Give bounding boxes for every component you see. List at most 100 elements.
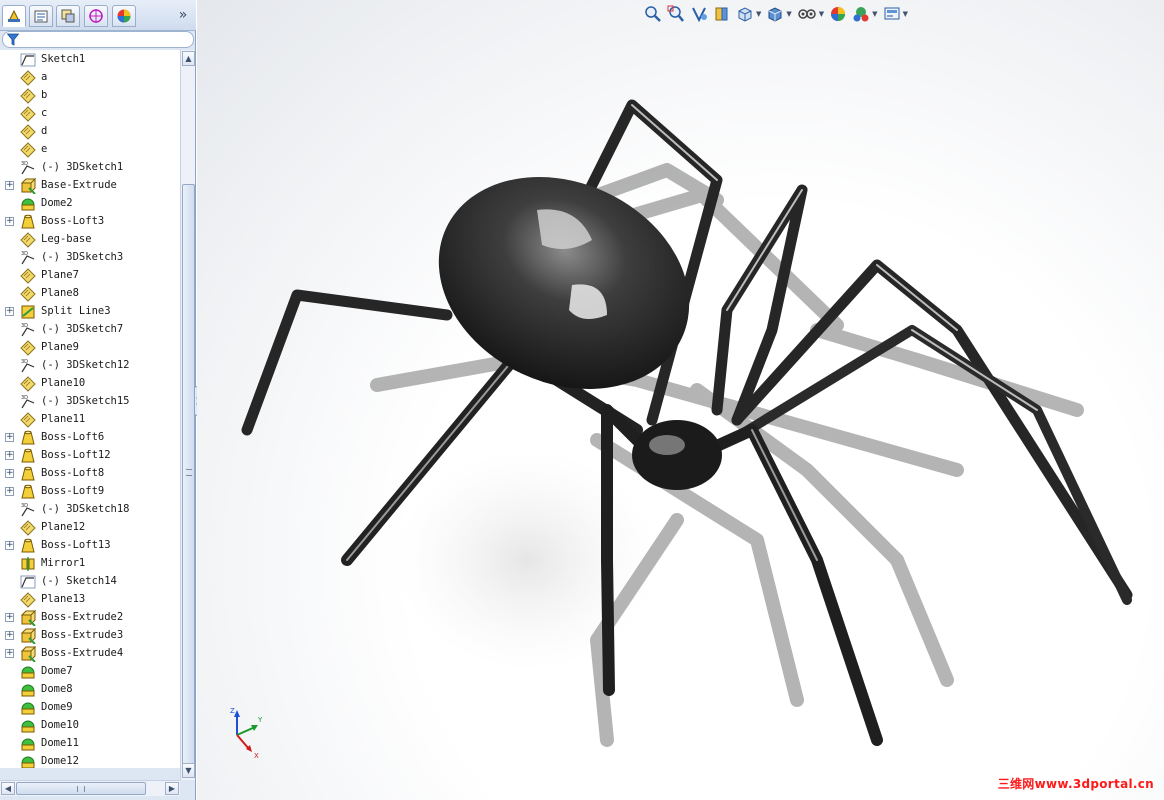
expand-toggle-icon[interactable]: + (5, 307, 14, 316)
expand-toggle-icon[interactable]: + (5, 649, 14, 658)
feature-tree-item[interactable]: + Base-Extrude (0, 177, 180, 195)
feature-tree-item[interactable]: Plane13 (0, 591, 180, 609)
feature-tree-item[interactable]: e (0, 141, 180, 159)
panel-expand-button[interactable]: » (176, 6, 190, 24)
vertical-scroll-thumb[interactable] (182, 184, 195, 766)
feature-tree-item[interactable]: Dome12 (0, 753, 180, 768)
section-view-button[interactable] (711, 3, 733, 25)
hide-show-items-button[interactable]: ▼ (795, 3, 826, 25)
feature-tree: Sketch1 a b c d e 3D (-) 3DSketch1 + Base-Extrude… (0, 50, 180, 768)
view-settings-button[interactable]: ▼ (881, 3, 910, 25)
display-manager-tab[interactable] (112, 5, 136, 27)
spider-3d-model[interactable] (197, 0, 1164, 800)
dimxpert-icon (89, 9, 103, 23)
feature-tree-item[interactable]: + Boss-Extrude3 (0, 627, 180, 645)
feature-tree-item[interactable]: Sketch1 (0, 51, 180, 69)
feature-tree-item[interactable]: d (0, 123, 180, 141)
expand-toggle-icon[interactable]: + (5, 541, 14, 550)
triad-y-label: Y (257, 716, 263, 724)
feature-tree-item[interactable]: Dome8 (0, 681, 180, 699)
feature-tree-item[interactable]: Leg-base (0, 231, 180, 249)
feature-tree-item[interactable]: + Boss-Loft12 (0, 447, 180, 465)
plane-icon (20, 232, 36, 248)
feature-tree-item[interactable]: + Boss-Extrude2 (0, 609, 180, 627)
feature-tree-item[interactable]: Mirror1 (0, 555, 180, 573)
expand-toggle-icon[interactable]: + (5, 433, 14, 442)
previous-view-button[interactable] (688, 3, 710, 25)
expand-toggle-icon[interactable]: + (5, 469, 14, 478)
feature-tree-item[interactable]: 3D (-) 3DSketch7 (0, 321, 180, 339)
heads-up-view-toolbar: ▼ ▼ ▼ ▼ ▼ (642, 3, 910, 27)
scroll-up-arrow-icon[interactable]: ▲ (182, 51, 195, 66)
display-style-button[interactable]: ▼ (764, 3, 793, 25)
feature-tree-item[interactable]: b (0, 87, 180, 105)
feature-tree-item[interactable]: Dome11 (0, 735, 180, 753)
plane-icon (20, 70, 36, 86)
horizontal-scroll-thumb[interactable] (16, 782, 146, 795)
feature-tree-item[interactable]: + Boss-Loft13 (0, 537, 180, 555)
feature-tree-item-label: Dome11 (41, 737, 79, 749)
feature-tree-item[interactable]: a (0, 69, 180, 87)
feature-tree-item-label: Boss-Loft9 (41, 485, 105, 497)
apply-scene-button[interactable]: ▼ (850, 3, 879, 25)
feature-tree-item[interactable]: Dome9 (0, 699, 180, 717)
graphics-viewport[interactable]: ▼ ▼ ▼ ▼ ▼ Z Y X 三维网www.3dportal.cn (197, 0, 1164, 800)
zoom-to-fit-icon (645, 6, 661, 22)
watermark-text: 三维网www.3dportal.cn (997, 777, 1154, 791)
feature-tree-item[interactable]: Plane7 (0, 267, 180, 285)
feature-tree-item[interactable]: 3D (-) 3DSketch1 (0, 159, 180, 177)
feature-tree-item[interactable]: 3D (-) 3DSketch15 (0, 393, 180, 411)
expand-toggle-icon[interactable]: + (5, 451, 14, 460)
sketch-icon (20, 575, 36, 589)
feature-tree-item[interactable]: 3D (-) 3DSketch3 (0, 249, 180, 267)
3dsketch-icon: 3D (21, 323, 35, 337)
feature-tree-item[interactable]: c (0, 105, 180, 123)
feature-tree-item[interactable]: Plane12 (0, 519, 180, 537)
feature-tree-item[interactable]: Plane10 (0, 375, 180, 393)
feature-tree-item-label: Plane9 (41, 341, 79, 353)
dimxpert-tab[interactable] (84, 5, 108, 27)
tree-vertical-scrollbar[interactable]: ▲ ▼ (180, 50, 195, 780)
expand-toggle-icon[interactable]: + (5, 613, 14, 622)
scroll-right-arrow-icon[interactable]: ▶ (165, 782, 179, 795)
scroll-left-arrow-icon[interactable]: ◀ (1, 782, 15, 795)
feature-tree-item[interactable]: Dome7 (0, 663, 180, 681)
property-manager-tab[interactable] (29, 5, 53, 27)
feature-tree-item[interactable]: + Split Line3 (0, 303, 180, 321)
feature-tree-item[interactable]: Plane8 (0, 285, 180, 303)
feature-tree-item[interactable]: 3D (-) 3DSketch18 (0, 501, 180, 519)
feature-tree-item-label: Boss-Extrude3 (41, 629, 124, 641)
feature-tree-item[interactable]: Dome10 (0, 717, 180, 735)
expand-toggle-icon[interactable]: + (5, 487, 14, 496)
feature-manager-tab[interactable] (2, 5, 26, 27)
expand-toggle-icon[interactable]: + (5, 181, 14, 190)
configuration-manager-tab[interactable] (56, 5, 80, 27)
feature-tree-item[interactable]: Plane9 (0, 339, 180, 357)
tree-horizontal-scrollbar[interactable]: ◀ ▶ (0, 780, 180, 796)
feature-tree-item[interactable]: + Boss-Loft8 (0, 465, 180, 483)
feature-tree-item[interactable]: (-) Sketch14 (0, 573, 180, 591)
zoom-to-fit-button[interactable] (642, 3, 664, 25)
plane-icon (20, 106, 36, 122)
feature-tree-item[interactable]: Plane11 (0, 411, 180, 429)
feature-tree-item[interactable]: + Boss-Loft3 (0, 213, 180, 231)
feature-tree-item[interactable]: 3D (-) 3DSketch12 (0, 357, 180, 375)
feature-tree-item-label: Dome12 (41, 755, 79, 767)
edit-appearance-button[interactable] (827, 3, 849, 25)
feature-tree-item-label: Mirror1 (41, 557, 86, 569)
expand-toggle-icon[interactable]: + (5, 631, 14, 640)
loft-icon (21, 448, 35, 463)
feature-filter-field[interactable] (2, 31, 194, 48)
3dsketch-icon: 3D (21, 251, 35, 265)
feature-tree-item-label: Plane7 (41, 269, 79, 281)
feature-tree-item[interactable]: + Boss-Loft9 (0, 483, 180, 501)
feature-tree-item[interactable]: Dome2 (0, 195, 180, 213)
feature-tree-item[interactable]: + Boss-Loft6 (0, 429, 180, 447)
zoom-to-area-button[interactable] (665, 3, 687, 25)
expand-toggle-icon[interactable]: + (5, 217, 14, 226)
loft-icon (21, 484, 35, 499)
view-orientation-button[interactable]: ▼ (734, 3, 763, 25)
feature-tree-item[interactable]: + Boss-Extrude4 (0, 645, 180, 663)
scroll-down-arrow-icon[interactable]: ▼ (182, 763, 195, 778)
feature-tree-item-label: Plane13 (41, 593, 86, 605)
